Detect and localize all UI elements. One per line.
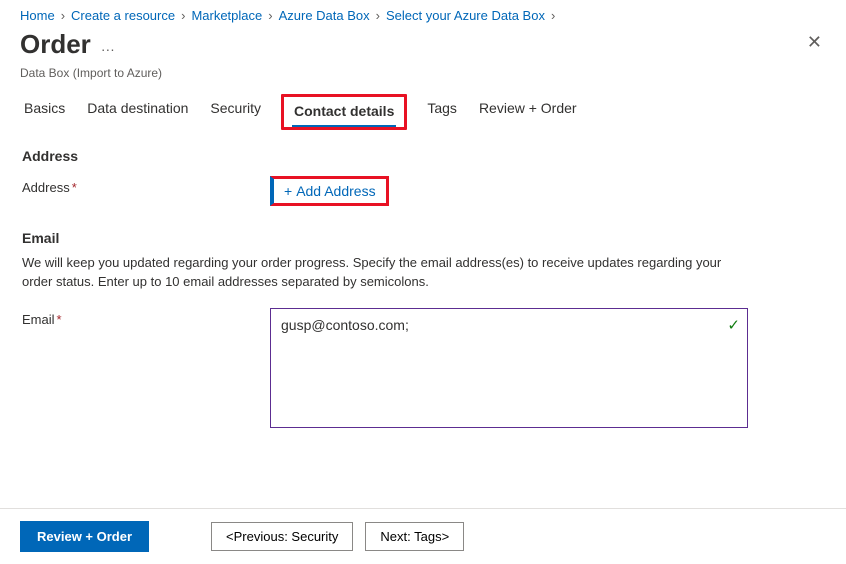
chevron-right-icon: › (268, 8, 272, 23)
page-subtitle: Data Box (Import to Azure) (0, 66, 846, 94)
breadcrumb-link-home[interactable]: Home (20, 8, 55, 23)
tab-bar: Basics Data destination Security Contact… (0, 94, 846, 130)
breadcrumb-link-marketplace[interactable]: Marketplace (191, 8, 262, 23)
highlight-contact-details: Contact details (281, 94, 407, 130)
chevron-right-icon: › (61, 8, 65, 23)
email-input[interactable] (270, 308, 748, 428)
page-header: Order ··· ✕ (0, 27, 846, 66)
chevron-right-icon: › (551, 8, 555, 23)
add-address-label: Add Address (296, 183, 375, 199)
chevron-right-icon: › (181, 8, 185, 23)
breadcrumb: Home › Create a resource › Marketplace ›… (0, 0, 846, 27)
close-icon[interactable]: ✕ (803, 29, 826, 55)
add-address-button[interactable]: + Add Address (270, 176, 389, 206)
previous-button[interactable]: <Previous: Security (211, 522, 353, 551)
more-actions-button[interactable]: ··· (101, 33, 115, 57)
check-icon: ✓ (727, 316, 740, 334)
tab-basics[interactable]: Basics (22, 94, 67, 130)
address-field-label: Address* (22, 176, 270, 195)
form-row-email: Email* ✓ (0, 302, 846, 437)
tab-review-order[interactable]: Review + Order (477, 94, 579, 130)
chevron-right-icon: › (376, 8, 380, 23)
breadcrumb-link-azure-data-box[interactable]: Azure Data Box (279, 8, 370, 23)
review-order-button[interactable]: Review + Order (20, 521, 149, 552)
tab-contact-details[interactable]: Contact details (292, 97, 396, 127)
email-field-label: Email* (22, 308, 270, 327)
email-description: We will keep you updated regarding your … (0, 252, 760, 302)
plus-icon: + (284, 183, 292, 199)
breadcrumb-link-select-data-box[interactable]: Select your Azure Data Box (386, 8, 545, 23)
breadcrumb-link-create-resource[interactable]: Create a resource (71, 8, 175, 23)
footer-bar: Review + Order <Previous: Security Next:… (0, 508, 846, 564)
section-heading-address: Address (0, 130, 846, 170)
page-title: Order (20, 29, 91, 60)
next-button[interactable]: Next: Tags> (365, 522, 464, 551)
tab-data-destination[interactable]: Data destination (85, 94, 190, 130)
form-row-address: Address* + Add Address (0, 170, 846, 212)
section-heading-email: Email (0, 212, 846, 252)
tab-tags[interactable]: Tags (425, 94, 459, 130)
tab-security[interactable]: Security (208, 94, 263, 130)
